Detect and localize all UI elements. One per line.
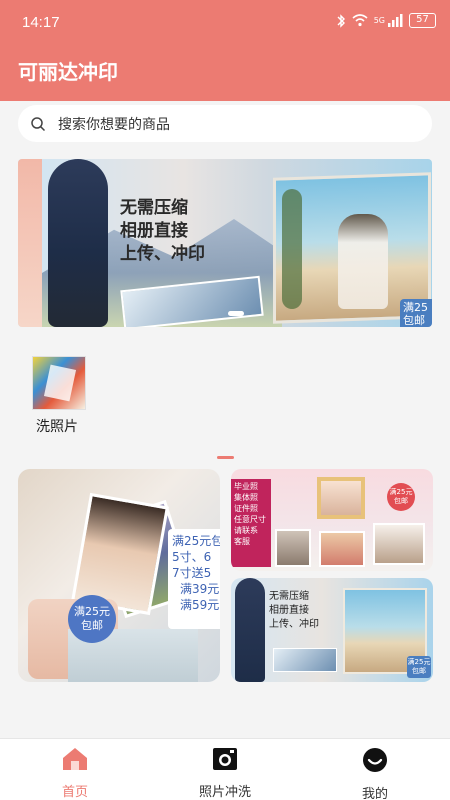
promo-line: 无需压缩 — [269, 591, 309, 602]
bluetooth-icon — [337, 13, 345, 28]
search-input[interactable]: 搜索你想要的商品 — [58, 114, 170, 134]
signal-icon — [388, 14, 403, 27]
tab-me[interactable]: 我的 — [325, 747, 425, 800]
status-bar: 14:17 5G 57 — [0, 0, 450, 46]
tab-label: 我的 — [361, 787, 388, 800]
home-icon — [63, 748, 87, 770]
status-icons: 5G 57 — [336, 13, 436, 28]
app-header: 14:17 5G 57 可丽达冲印 — [0, 0, 450, 101]
price-line: 7寸送5 — [172, 566, 212, 580]
smiley-icon — [363, 748, 387, 772]
promo-photo-prints — [273, 648, 337, 672]
price-line: 满59元 — [180, 598, 220, 612]
category-page-indicator — [217, 456, 234, 459]
status-time: 14:17 — [22, 14, 60, 31]
tab-label: 首页 — [61, 785, 88, 800]
category-label: 洗照片 — [36, 419, 78, 435]
promo-side-list: 毕业照 集体照 证件照 任意尺寸 请联系 客服 — [231, 479, 271, 567]
side-line: 毕业照 — [234, 482, 258, 491]
promo-line: 上传、冲印 — [269, 619, 319, 630]
tab-photo-print[interactable]: 照片冲洗 — [175, 747, 275, 800]
camera-icon — [213, 748, 237, 770]
banner-line: 上传、冲印 — [120, 244, 205, 264]
promo-line: 相册直接 — [269, 605, 309, 616]
tab-home[interactable]: 首页 — [25, 747, 125, 800]
badge-line: 满25元 — [74, 605, 110, 618]
battery-indicator: 57 — [409, 13, 436, 28]
app-title: 可丽达冲印 — [18, 60, 118, 84]
side-line: 请联系 — [234, 526, 258, 535]
badge-line: 包邮 — [412, 667, 426, 675]
price-line: 5寸、6 — [172, 550, 212, 564]
banner-hiker-image — [48, 159, 108, 327]
bottom-tab-bar: 首页 照片冲洗 我的 — [0, 738, 450, 800]
side-line: 证件照 — [234, 504, 258, 513]
category-wash-photos[interactable]: 洗照片 — [32, 356, 88, 436]
banner-headline: 无需压缩 相册直接 上传、冲印 — [120, 197, 210, 266]
price-line: 满25元包 — [172, 534, 220, 548]
promo-baby-frame — [317, 477, 365, 519]
search-bar[interactable]: 搜索你想要的商品 — [18, 105, 432, 142]
banner-free-shipping-badge: 满25 包邮 — [400, 299, 432, 327]
price-line: 满39元 — [180, 582, 220, 596]
free-shipping-badge: 满25元 包邮 — [68, 595, 116, 643]
category-thumbnail — [32, 356, 86, 410]
promo-card-album-upload[interactable]: 无需压缩 相册直接 上传、冲印 满25元 包邮 — [231, 578, 433, 682]
wifi-icon — [352, 14, 368, 27]
promo-photo-stand — [319, 531, 365, 567]
badge-line: 包邮 — [394, 497, 408, 505]
promo-card-print-offer[interactable]: 满25元包 5寸、6 7寸送5 满39元 满59元 满25元 包邮 — [18, 469, 220, 682]
banner-couple-image — [338, 214, 388, 309]
banner-line: 相册直接 — [120, 221, 188, 241]
tab-label: 照片冲洗 — [198, 785, 251, 800]
search-icon — [31, 116, 46, 131]
banner-page-dot — [228, 311, 244, 316]
promo-photo-stand — [275, 529, 311, 567]
badge-line: 包邮 — [81, 619, 103, 632]
badge-line: 满25元 — [407, 658, 431, 666]
banner-line: 无需压缩 — [120, 198, 188, 218]
free-shipping-badge: 满25元 包邮 — [387, 483, 415, 511]
badge-line: 满25元 — [389, 488, 413, 496]
promo-hiker-image — [235, 578, 265, 682]
promo-headline: 无需压缩 相册直接 上传、冲印 — [269, 590, 319, 632]
side-line: 客服 — [234, 537, 250, 546]
promo-banner[interactable]: 无需压缩 相册直接 上传、冲印 满25 包邮 — [18, 159, 432, 327]
network-type: 5G — [373, 16, 385, 25]
free-shipping-badge: 满25元 包邮 — [407, 656, 431, 678]
promo-photo-stand — [373, 523, 425, 565]
side-line: 任意尺寸 — [234, 515, 266, 524]
price-list: 满25元包 5寸、6 7寸送5 满39元 满59元 — [168, 529, 220, 629]
badge-line: 包邮 — [403, 314, 425, 327]
banner-prev-slide — [18, 159, 42, 327]
banner-palm-tree — [282, 189, 302, 309]
promo-card-custom-size[interactable]: 毕业照 集体照 证件照 任意尺寸 请联系 客服 满25元 包邮 — [231, 469, 433, 571]
side-line: 集体照 — [234, 493, 258, 502]
badge-line: 满25 — [403, 301, 428, 314]
